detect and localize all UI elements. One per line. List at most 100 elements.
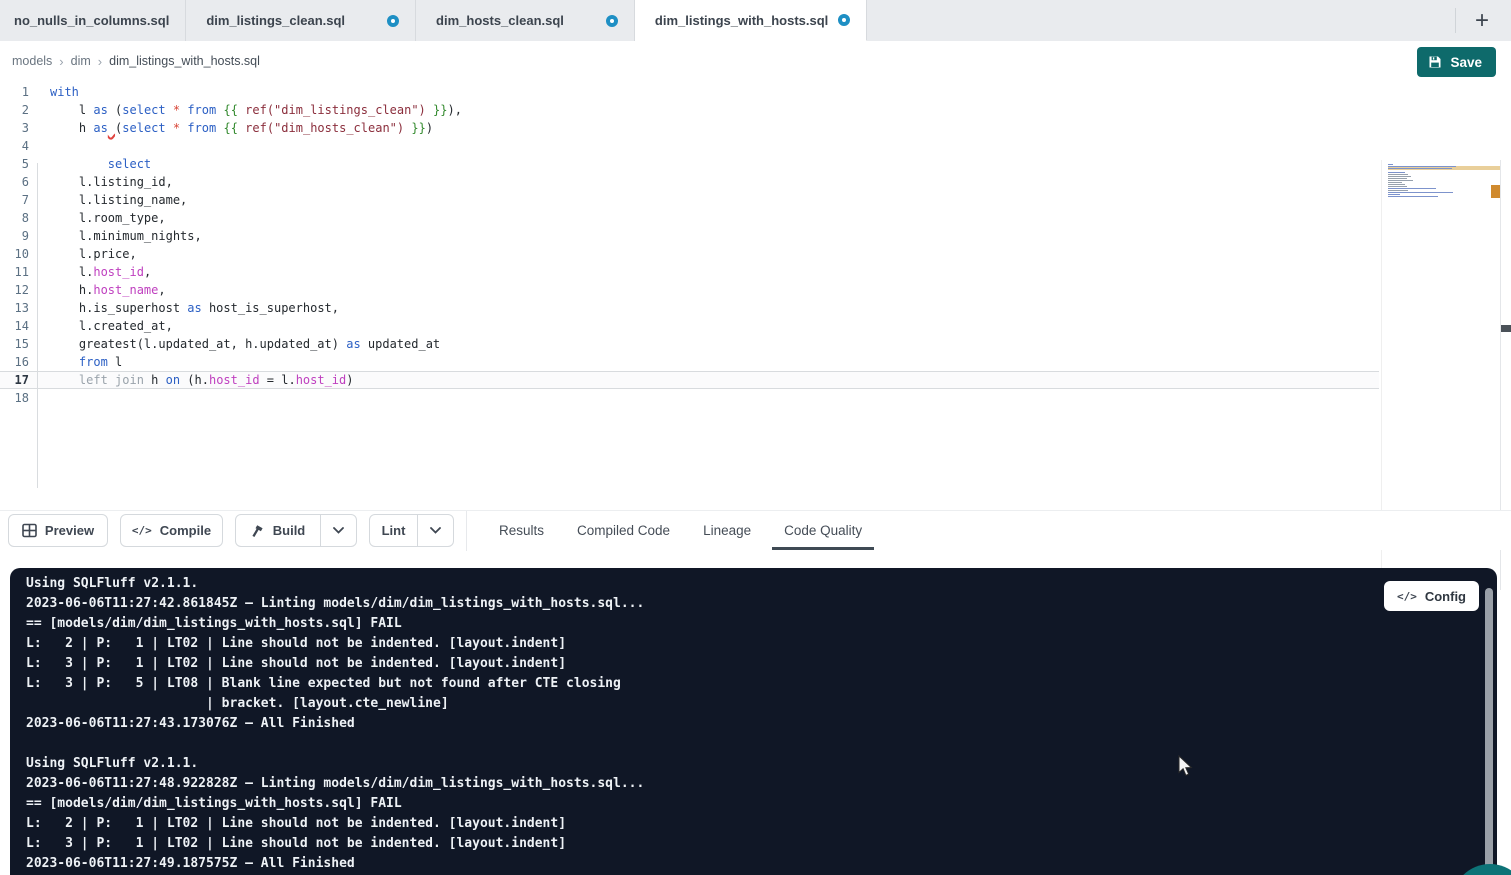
hammer-icon: [251, 524, 265, 538]
build-button[interactable]: Build: [236, 515, 320, 546]
lint-output-terminal[interactable]: Using SQLFluff v2.1.1. 2023-06-06T11:27:4…: [10, 568, 1497, 875]
build-label: Build: [273, 523, 306, 538]
terminal-line: | bracket. [layout.cte_newline]: [26, 694, 644, 714]
terminal-line: L: 2 | P: 1 | LT02 | Line should not be …: [26, 814, 644, 834]
line-number: 17: [0, 371, 29, 389]
build-dropdown-button[interactable]: [320, 515, 356, 546]
code-lines: 1with2 l as (select * from {{ ref("dim_l…: [0, 83, 1379, 407]
lint-button[interactable]: Lint: [370, 515, 417, 546]
chevron-down-icon: [430, 527, 441, 534]
tab-dim-hosts-clean[interactable]: dim_hosts_clean.sql: [416, 0, 635, 41]
breadcrumb-current-file: dim_listings_with_hosts.sql: [109, 54, 260, 68]
tab-results[interactable]: Results: [499, 523, 544, 538]
config-button[interactable]: </> Config: [1384, 581, 1479, 611]
code-text: with: [50, 83, 79, 101]
code-text: select: [50, 155, 151, 173]
sql-code-editor[interactable]: 1with2 l as (select * from {{ ref("dim_l…: [0, 80, 1511, 510]
lint-dropdown-button[interactable]: [417, 515, 453, 546]
code-text: l as (select * from {{ ref("dim_listings…: [50, 101, 462, 119]
code-line-5[interactable]: 5 select: [0, 155, 1379, 173]
compile-label: Compile: [160, 523, 211, 538]
code-line-16[interactable]: 16 from l: [0, 353, 1379, 371]
code-line-3[interactable]: 3 h as (select * from {{ ref("dim_hosts_…: [0, 119, 1379, 137]
lint-split-button: Lint: [369, 514, 454, 547]
terminal-line: 2023-06-06T11:27:49.187575Z — All Finish…: [26, 854, 644, 874]
code-text: l.listing_id,: [50, 173, 173, 191]
result-panel-tabs: Results Compiled Code Lineage Code Quali…: [499, 511, 862, 551]
line-number: 4: [0, 137, 29, 155]
editor-action-toolbar: Preview </> Compile Build Lint Results: [0, 510, 1511, 550]
new-tab-button[interactable]: +: [1464, 7, 1500, 35]
unsaved-changes-dot: [838, 14, 850, 26]
line-number: 8: [0, 209, 29, 227]
breadcrumb: models › dim › dim_listings_with_hosts.s…: [12, 42, 260, 80]
code-text: l.room_type,: [50, 209, 166, 227]
line-number: 5: [0, 155, 29, 173]
terminal-line: L: 2 | P: 1 | LT02 | Line should not be …: [26, 634, 644, 654]
code-icon: </>: [132, 524, 152, 537]
tab-no-nulls-in-columns[interactable]: no_nulls_in_columns.sql: [0, 0, 186, 41]
code-line-10[interactable]: 10 l.price,: [0, 245, 1379, 263]
tab-lineage[interactable]: Lineage: [703, 523, 751, 538]
code-text: greatest(l.updated_at, h.updated_at) as …: [50, 335, 440, 353]
line-number: 12: [0, 281, 29, 299]
line-number: 13: [0, 299, 29, 317]
code-line-15[interactable]: 15 greatest(l.updated_at, h.updated_at) …: [0, 335, 1379, 353]
code-line-1[interactable]: 1with: [0, 83, 1379, 101]
terminal-scrollbar-thumb[interactable]: [1485, 588, 1493, 875]
code-text: l.host_id,: [50, 263, 151, 281]
tab-label: dim_listings_with_hosts.sql: [655, 13, 828, 28]
breadcrumb-models[interactable]: models: [12, 54, 52, 68]
breadcrumb-dim[interactable]: dim: [71, 54, 91, 68]
code-minimap[interactable]: [1388, 164, 1462, 204]
code-text: l.listing_name,: [50, 191, 187, 209]
preview-button[interactable]: Preview: [8, 514, 108, 547]
terminal-line: Using SQLFluff v2.1.1.: [26, 754, 644, 774]
line-number: 10: [0, 245, 29, 263]
line-number: 15: [0, 335, 29, 353]
compile-button[interactable]: </> Compile: [120, 514, 223, 547]
chevron-down-icon: [333, 527, 344, 534]
tab-dim-listings-clean[interactable]: dim_listings_clean.sql: [186, 0, 416, 41]
code-line-11[interactable]: 11 l.host_id,: [0, 263, 1379, 281]
overview-ruler-warning-marker: [1491, 185, 1500, 198]
editor-scrollbar-thumb[interactable]: [1501, 325, 1511, 332]
tab-label: dim_hosts_clean.sql: [436, 13, 564, 28]
code-line-8[interactable]: 8 l.room_type,: [0, 209, 1379, 227]
code-text: from l: [50, 353, 122, 371]
new-tab-separator: [1455, 8, 1456, 33]
code-line-2[interactable]: 2 l as (select * from {{ ref("dim_listin…: [0, 101, 1379, 119]
terminal-line: == [models/dim/dim_listings_with_hosts.s…: [26, 614, 644, 634]
save-button[interactable]: Save: [1417, 47, 1496, 77]
line-number: 7: [0, 191, 29, 209]
line-number: 9: [0, 227, 29, 245]
plus-icon: +: [1475, 7, 1489, 35]
unsaved-changes-dot: [387, 15, 399, 27]
preview-label: Preview: [45, 523, 94, 538]
floppy-disk-icon: [1428, 55, 1442, 69]
code-line-7[interactable]: 7 l.listing_name,: [0, 191, 1379, 209]
gutter-separator: [37, 163, 38, 488]
tab-label: no_nulls_in_columns.sql: [14, 13, 169, 28]
code-line-13[interactable]: 13 h.is_superhost as host_is_superhost,: [0, 299, 1379, 317]
code-text: h.is_superhost as host_is_superhost,: [50, 299, 339, 317]
line-number: 11: [0, 263, 29, 281]
chevron-right-icon: ›: [98, 54, 102, 69]
tab-dim-listings-with-hosts[interactable]: dim_listings_with_hosts.sql: [635, 0, 867, 41]
code-line-18[interactable]: 18: [0, 389, 1379, 407]
terminal-line: == [models/dim/dim_listings_with_hosts.s…: [26, 794, 644, 814]
code-text: l.minimum_nights,: [50, 227, 202, 245]
code-line-12[interactable]: 12 h.host_name,: [0, 281, 1379, 299]
code-line-9[interactable]: 9 l.minimum_nights,: [0, 227, 1379, 245]
code-text: l.created_at,: [50, 317, 173, 335]
tab-label: dim_listings_clean.sql: [206, 13, 345, 28]
code-text: h as (select * from {{ ref("dim_hosts_cl…: [50, 119, 433, 137]
code-line-6[interactable]: 6 l.listing_id,: [0, 173, 1379, 191]
tab-code-quality[interactable]: Code Quality: [784, 523, 862, 538]
code-line-14[interactable]: 14 l.created_at,: [0, 317, 1379, 335]
tab-bar-empty-space: [867, 0, 1511, 41]
code-line-4[interactable]: 4: [0, 137, 1379, 155]
breadcrumb-row: models › dim › dim_listings_with_hosts.s…: [0, 42, 1511, 80]
tab-compiled-code[interactable]: Compiled Code: [577, 523, 670, 538]
code-line-17[interactable]: 17 left join h on (h.host_id = l.host_id…: [0, 371, 1379, 389]
